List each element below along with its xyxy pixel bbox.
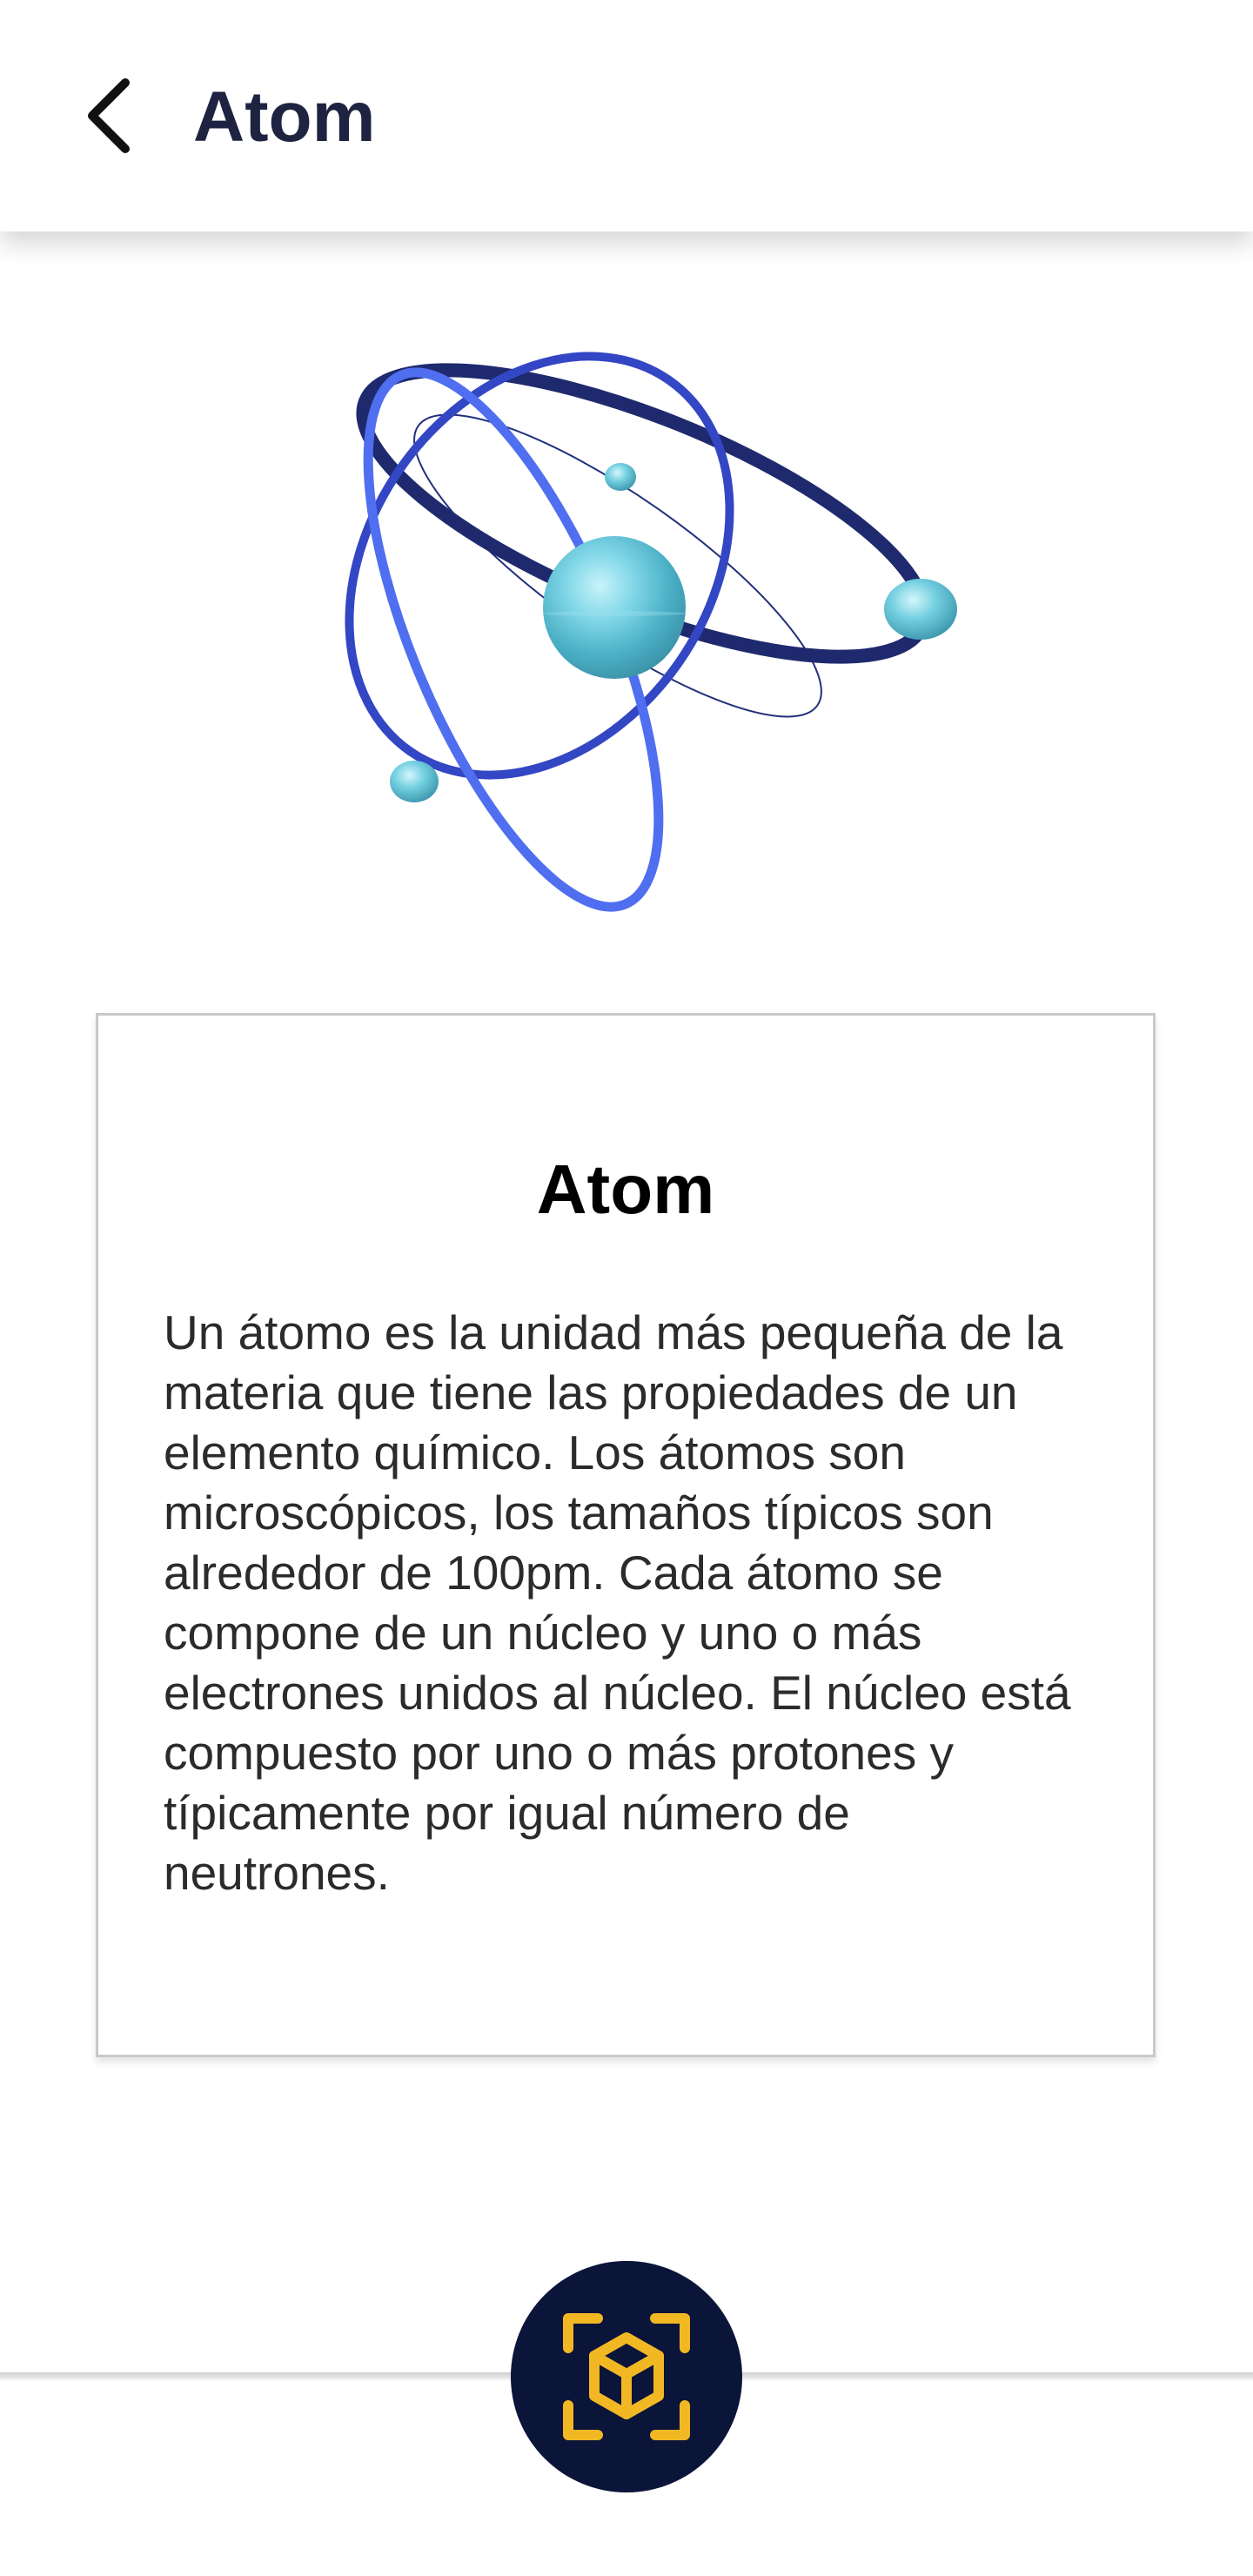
app-bar: Atom [0, 0, 1253, 231]
nucleus [543, 536, 686, 679]
chevron-left-icon [88, 78, 130, 153]
card-title: Atom [536, 1150, 715, 1228]
card-description: Un átomo es la unidad más pequeña de la … [164, 1305, 1071, 1900]
back-button[interactable] [63, 68, 158, 164]
atom-detail-screen: Atom Atom Un átomo es la unidad más pequ… [0, 0, 1253, 2576]
electron [884, 579, 957, 640]
electron [605, 463, 636, 491]
ar-cube-icon [563, 2313, 690, 2440]
info-card: Atom Un átomo es la unidad más pequeña d… [96, 1013, 1156, 2057]
page-title: Atom [193, 77, 376, 157]
electron [390, 761, 439, 802]
ar-view-button[interactable] [511, 2261, 742, 2492]
atom-model-image [345, 352, 957, 912]
